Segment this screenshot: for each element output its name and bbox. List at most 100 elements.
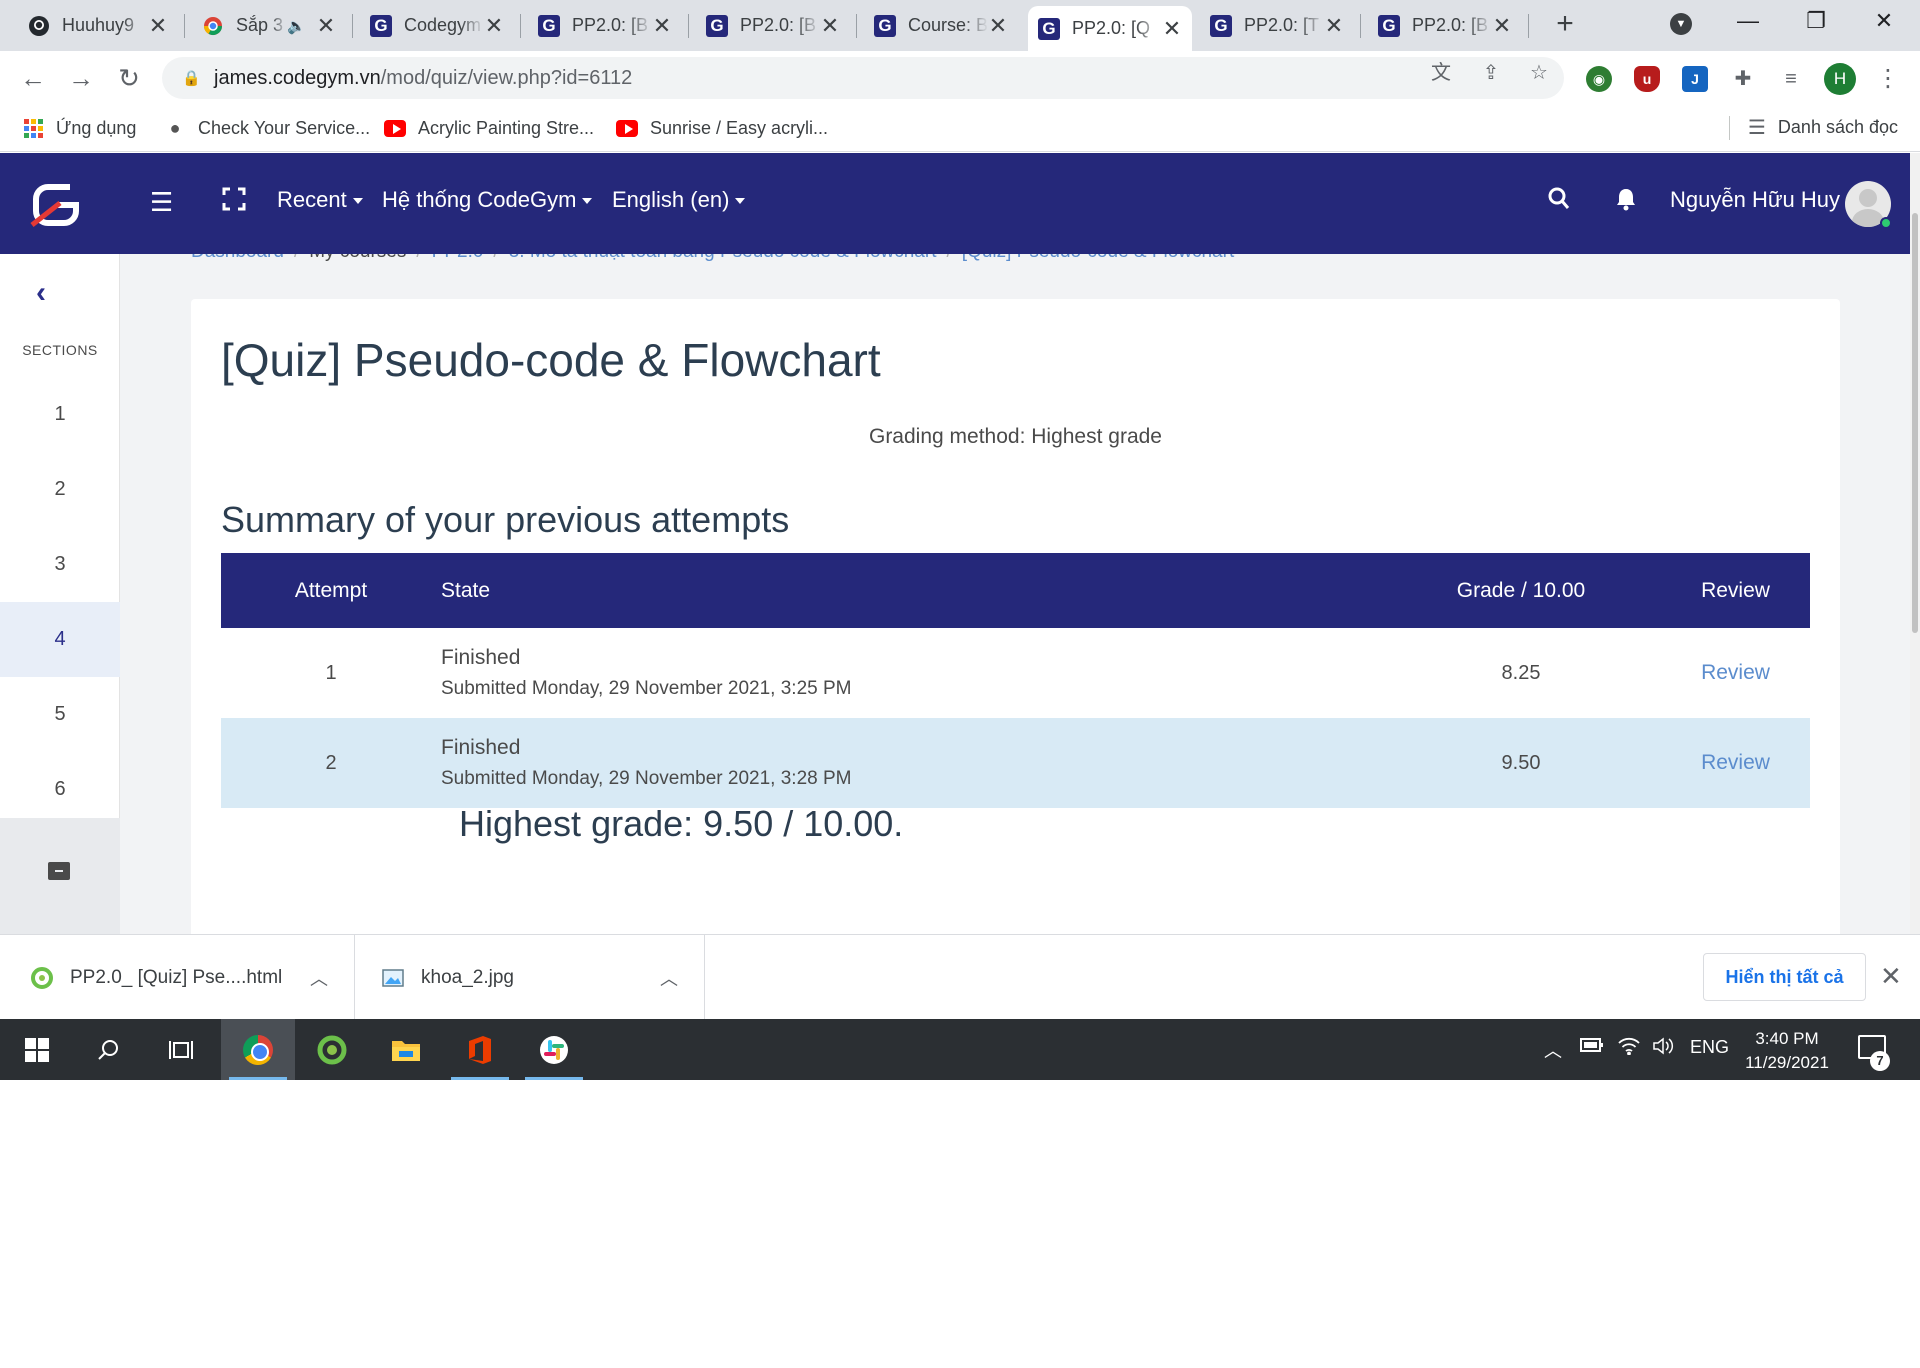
volume-icon[interactable]: [1652, 1037, 1674, 1060]
close-icon[interactable]: ✕: [1880, 961, 1902, 992]
caret-down-icon: [735, 198, 746, 205]
youtube-icon: [616, 119, 638, 137]
windows-start-icon[interactable]: [0, 1019, 74, 1080]
url-path: /mod/quiz/view.php?id=6112: [380, 66, 633, 89]
attempt-state: Finished Submitted Monday, 29 November 2…: [441, 718, 1381, 808]
coccoc-taskbar-icon[interactable]: [295, 1019, 369, 1080]
bookmark-item[interactable]: Sunrise / Easy acryli...: [616, 115, 828, 141]
browser-tab[interactable]: Sắp 3 🔈 ✕: [192, 6, 346, 45]
reading-list[interactable]: ☰ Danh sách đọc: [1728, 115, 1898, 140]
state-label: Finished: [441, 646, 521, 669]
share-icon[interactable]: ⇪: [1478, 60, 1504, 86]
search-icon[interactable]: [1548, 187, 1570, 218]
browser-tab[interactable]: G PP2.0: [B ✕: [1368, 6, 1522, 45]
restore-button[interactable]: ❐: [1796, 6, 1836, 36]
bell-icon[interactable]: [1615, 187, 1637, 218]
tab-close-icon[interactable]: ✕: [148, 13, 168, 39]
chevron-up-icon[interactable]: ︿: [1544, 1037, 1562, 1063]
ublock-icon[interactable]: u: [1634, 66, 1660, 92]
j-extension-icon[interactable]: J: [1682, 66, 1708, 92]
bookmark-item[interactable]: ● Check Your Service...: [164, 115, 371, 141]
tab-close-icon[interactable]: ✕: [1324, 13, 1344, 39]
tab-title: Huuhuy9: [62, 15, 135, 35]
speaker-icon[interactable]: 🔈: [287, 17, 306, 35]
globe-extension-icon[interactable]: ◉: [1586, 66, 1612, 92]
new-tab-button[interactable]: +: [1550, 9, 1580, 40]
column-header-grade: Grade / 10.00: [1381, 553, 1661, 628]
sidebar-section-1[interactable]: 1: [0, 377, 120, 452]
tab-close-icon[interactable]: ✕: [484, 13, 504, 39]
tab-close-icon[interactable]: ✕: [820, 13, 840, 39]
archive-icon: [48, 862, 70, 880]
browser-tab-active[interactable]: G PP2.0: [Q ✕: [1028, 6, 1192, 51]
browser-tab[interactable]: G PP2.0: [B ✕: [696, 6, 850, 45]
review-link[interactable]: Review: [1701, 751, 1770, 774]
chrome-taskbar-icon[interactable]: [221, 1019, 295, 1080]
submitted-time: Submitted Monday, 29 November 2021, 3:28…: [441, 768, 852, 789]
file-explorer-icon[interactable]: [369, 1019, 443, 1080]
tab-close-icon[interactable]: ✕: [1162, 16, 1182, 42]
chevron-up-icon[interactable]: ︿: [310, 965, 328, 991]
tab-close-icon[interactable]: ✕: [988, 13, 1008, 39]
page-scrollbar[interactable]: [1910, 153, 1920, 934]
sidebar-section-4[interactable]: 4: [0, 602, 120, 677]
sidebar-section-5[interactable]: 5: [0, 677, 120, 752]
taskbar-clock[interactable]: 3:40 PM 11/29/2021: [1737, 1027, 1837, 1075]
codegym-logo[interactable]: [30, 181, 82, 229]
attempt-number: 2: [221, 718, 441, 808]
minimize-button[interactable]: —: [1728, 6, 1768, 36]
task-view-icon[interactable]: [144, 1019, 218, 1080]
bookmark-apps[interactable]: Ứng dụng: [22, 115, 136, 141]
attempt-number: 1: [325, 661, 337, 684]
user-name[interactable]: Nguyễn Hữu Huy: [1670, 187, 1840, 213]
back-icon[interactable]: ←: [14, 59, 52, 97]
address-bar[interactable]: 🔒 james.codegym.vn/mod/quiz/view.php?id=…: [162, 57, 1564, 99]
review-link[interactable]: Review: [1701, 661, 1770, 684]
profile-avatar[interactable]: H: [1824, 63, 1856, 95]
submitted-time: Submitted Monday, 29 November 2021, 3:25…: [441, 678, 852, 699]
scrollbar-thumb[interactable]: [1912, 213, 1918, 633]
clock-time: 3:40 PM: [1755, 1029, 1819, 1048]
browser-tab[interactable]: G Codegym ✕: [360, 6, 514, 45]
puzzle-icon[interactable]: ✚: [1730, 66, 1756, 92]
bookmark-star-icon[interactable]: ☆: [1526, 60, 1552, 86]
language-indicator[interactable]: ENG: [1690, 1037, 1729, 1058]
bookmark-item[interactable]: Acrylic Painting Stre...: [384, 115, 594, 141]
archive-button[interactable]: [0, 818, 120, 934]
nav-system-dropdown[interactable]: Hệ thống CodeGym: [382, 187, 593, 213]
reload-icon[interactable]: ↻: [110, 59, 148, 97]
slack-icon[interactable]: [517, 1019, 591, 1080]
show-all-downloads-button[interactable]: Hiển thị tất cả: [1703, 953, 1866, 1001]
tab-close-icon[interactable]: ✕: [652, 13, 672, 39]
url-text[interactable]: james.codegym.vn/mod/quiz/view.php?id=61…: [214, 67, 632, 90]
fullscreen-icon[interactable]: [222, 187, 246, 218]
nav-recent-dropdown[interactable]: Recent: [277, 187, 363, 213]
chevron-up-icon[interactable]: ︿: [660, 965, 678, 991]
download-item[interactable]: khoa_2.jpg ︿: [355, 935, 705, 1020]
browser-tab[interactable]: Huuhuy9 ✕: [18, 6, 178, 45]
nav-language-dropdown[interactable]: English (en): [612, 187, 746, 213]
close-window-button[interactable]: ✕: [1864, 6, 1904, 36]
kebab-menu-icon[interactable]: ⋮: [1876, 65, 1900, 93]
translate-icon[interactable]: 文: [1428, 60, 1454, 86]
tab-close-icon[interactable]: ✕: [1492, 13, 1512, 39]
media-control-icon[interactable]: ≡: [1778, 66, 1804, 92]
chevron-left-icon[interactable]: ‹: [36, 276, 46, 310]
browser-tab[interactable]: G PP2.0: [B ✕: [528, 6, 682, 45]
download-item[interactable]: PP2.0_ [Quiz] Pse....html ︿: [0, 935, 355, 1020]
sidebar-section-2[interactable]: 2: [0, 452, 120, 527]
hamburger-menu-icon[interactable]: ☰: [150, 187, 173, 218]
tab-close-icon[interactable]: ✕: [316, 13, 336, 39]
wifi-icon[interactable]: [1618, 1037, 1640, 1060]
table-row: 1 Finished Submitted Monday, 29 November…: [221, 628, 1810, 718]
office-icon[interactable]: [443, 1019, 517, 1080]
lock-icon[interactable]: 🔒: [182, 69, 201, 87]
browser-tab[interactable]: G Course: B ✕: [864, 6, 1018, 45]
browser-tab[interactable]: G PP2.0: [T ✕: [1200, 6, 1354, 45]
forward-icon[interactable]: →: [62, 59, 100, 97]
sidebar-section-6[interactable]: 6: [0, 752, 120, 827]
search-icon[interactable]: [72, 1019, 146, 1080]
sidebar-section-3[interactable]: 3: [0, 527, 120, 602]
battery-icon[interactable]: [1580, 1037, 1604, 1058]
tab-search-icon[interactable]: ▼: [1670, 13, 1692, 35]
